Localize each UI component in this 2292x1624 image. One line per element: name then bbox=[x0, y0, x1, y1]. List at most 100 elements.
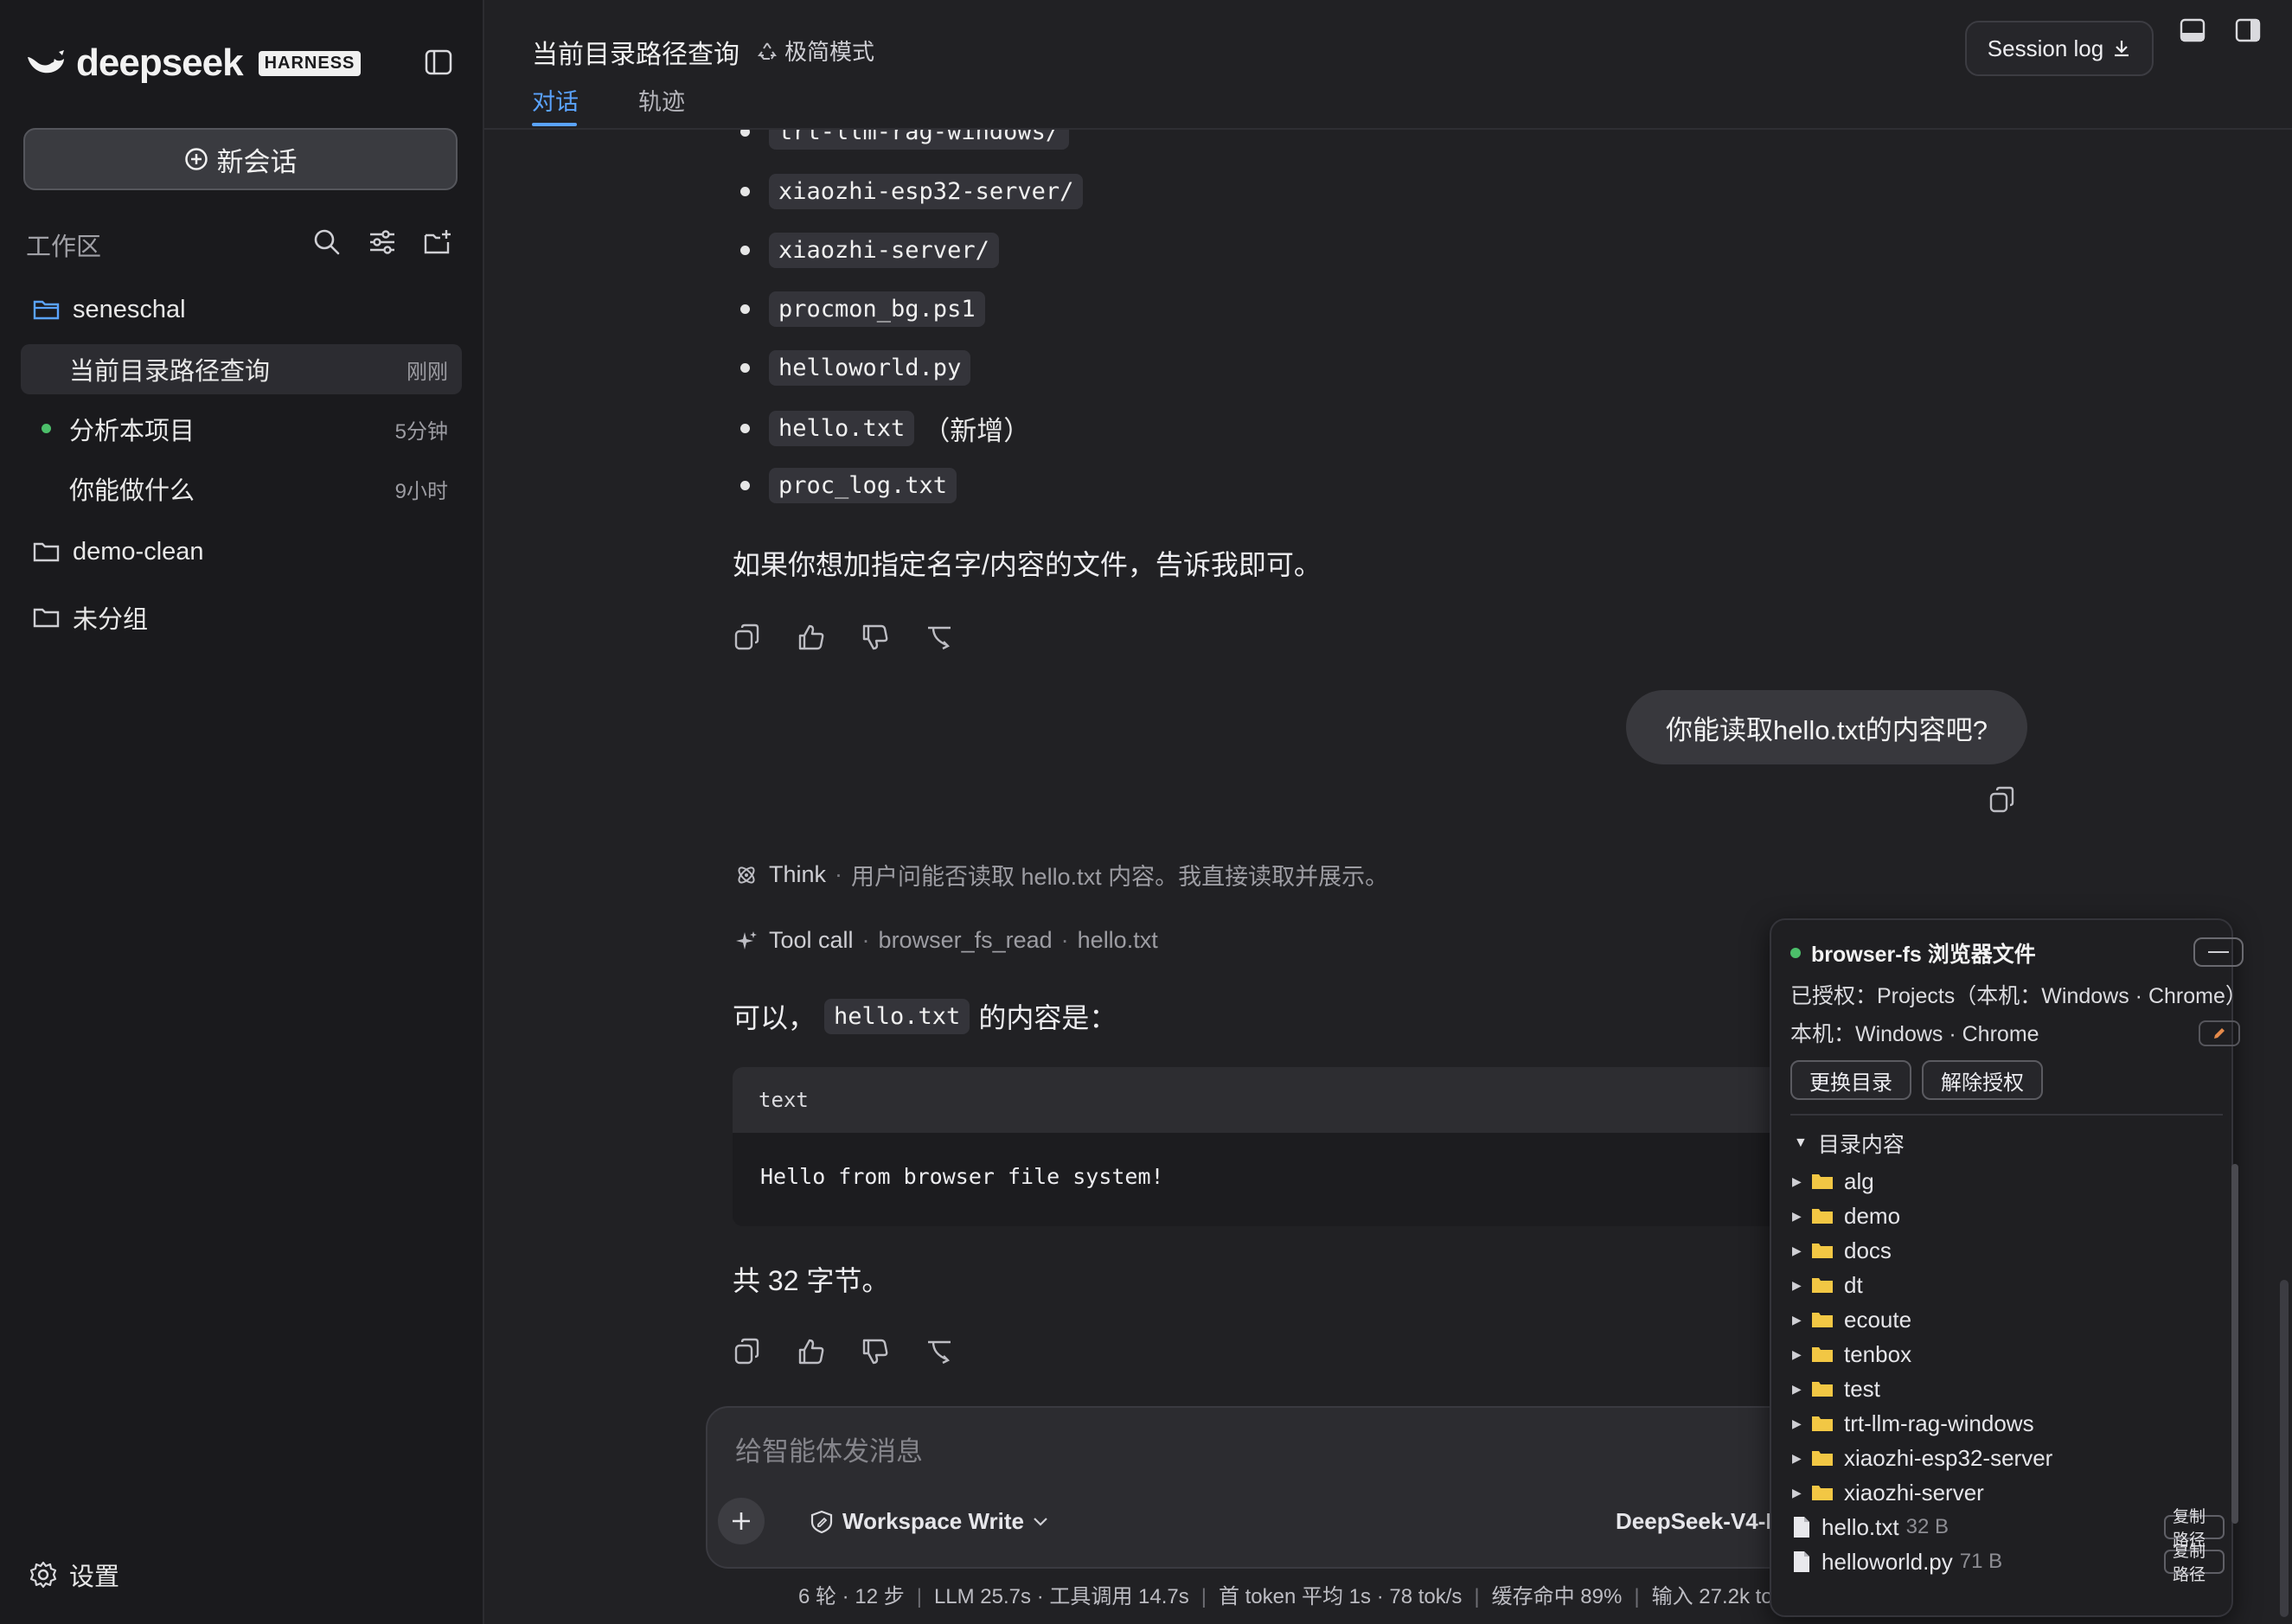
plus-circle-icon bbox=[184, 148, 208, 170]
copy-icon[interactable] bbox=[733, 623, 762, 652]
file-chip: procmon_bg.ps1 bbox=[769, 291, 985, 327]
message-actions bbox=[733, 1337, 989, 1366]
triangle-right-icon: ▶ bbox=[1792, 1381, 1802, 1396]
triangle-right-icon: ▶ bbox=[1792, 1173, 1802, 1188]
assistant-reply: 可以， hello.txt 的内容是： bbox=[733, 996, 1117, 1036]
think-label: Think bbox=[769, 861, 827, 887]
filter-sliders-icon[interactable] bbox=[367, 227, 398, 258]
assistant-summary: 共 32 字节。 bbox=[733, 1265, 890, 1296]
fs-folder-item[interactable]: ▶ test bbox=[1792, 1371, 2225, 1406]
thumbs-down-icon[interactable] bbox=[861, 623, 890, 652]
fs-folder-item[interactable]: ▶ alg bbox=[1792, 1164, 2225, 1199]
folder-name: demo bbox=[1844, 1202, 1901, 1229]
fs-folder-item[interactable]: ▶ xiaozhi-esp32-server bbox=[1792, 1441, 2225, 1475]
fs-panel-title: browser-fs 浏览器文件 bbox=[1790, 937, 2036, 969]
bottom-panel-toggle-icon[interactable] bbox=[2180, 17, 2206, 43]
minimal-mode-toggle[interactable]: 极简模式 bbox=[757, 35, 874, 67]
tool-name: browser_fs_read bbox=[878, 927, 1053, 953]
list-item: xiaozhi-server/ bbox=[740, 233, 999, 268]
directory-header-label: 目录内容 bbox=[1817, 1133, 1905, 1157]
active-tab-indicator bbox=[532, 123, 577, 126]
session-item-analyze[interactable]: 分析本项目 5分钟 bbox=[21, 404, 462, 454]
think-row[interactable]: Think · 用户问能否读取 hello.txt 内容。我直接读取并展示。 bbox=[734, 858, 1388, 892]
directory-contents-toggle[interactable]: ▼ 目录内容 bbox=[1794, 1128, 1905, 1159]
mode-label: 极简模式 bbox=[784, 39, 875, 65]
sidebar: deepseek HARNESS 新会话 工作区 seneschal 当前目录路… bbox=[0, 0, 484, 1624]
fs-file-item[interactable]: helloworld.py 71 B 复制路径 bbox=[1792, 1543, 2225, 1584]
revoke-authorization-button[interactable]: 解除授权 bbox=[1922, 1060, 2043, 1100]
folder-ungrouped[interactable]: 未分组 bbox=[0, 592, 483, 643]
list-item: trt-llm-rag-windows/ bbox=[740, 130, 1070, 150]
stat-cache: 缓存命中 89% bbox=[1491, 1585, 1623, 1608]
copy-path-button[interactable]: 复制路径 bbox=[2164, 1543, 2225, 1584]
attach-button[interactable] bbox=[718, 1498, 765, 1544]
copy-icon[interactable] bbox=[733, 1337, 762, 1366]
thumbs-down-icon[interactable] bbox=[861, 1337, 890, 1366]
folder-seneschal[interactable]: seneschal bbox=[0, 285, 483, 335]
tool-call-row[interactable]: Tool call · browser_fs_read · hello.txt bbox=[734, 927, 1158, 954]
settings-label: 设置 bbox=[69, 1563, 120, 1591]
settings-button[interactable]: 设置 bbox=[29, 1557, 119, 1593]
folder-icon bbox=[1811, 1172, 1834, 1191]
triangle-right-icon: ▶ bbox=[1792, 1346, 1802, 1361]
code-block: text Hello from browser file system! bbox=[733, 1067, 1857, 1226]
plus-icon bbox=[733, 1512, 750, 1530]
list-item: helloworld.py bbox=[740, 350, 971, 386]
branch-icon[interactable] bbox=[925, 1337, 954, 1366]
permission-selector[interactable]: Workspace Write bbox=[810, 1508, 1048, 1535]
stat-turns: 6 轮 · 12 步 bbox=[798, 1585, 905, 1608]
workspace-label: 工作区 bbox=[26, 233, 102, 261]
user-message-bubble: 你能读取hello.txt的内容吧? bbox=[1626, 690, 2027, 764]
folder-icon bbox=[1811, 1206, 1834, 1225]
new-folder-icon[interactable] bbox=[422, 227, 453, 258]
session-time: 9小时 bbox=[394, 479, 448, 503]
sidebar-toggle-icon[interactable] bbox=[422, 47, 455, 78]
folder-name: tenbox bbox=[1844, 1340, 1912, 1367]
message-input[interactable] bbox=[733, 1425, 1775, 1479]
fs-folder-item[interactable]: ▶ xiaozhi-server bbox=[1792, 1475, 2225, 1510]
code-language: text bbox=[733, 1067, 1857, 1133]
right-panel-toggle-icon[interactable] bbox=[2235, 17, 2261, 43]
fs-folder-item[interactable]: ▶ docs bbox=[1792, 1233, 2225, 1268]
tab-trajectory[interactable]: 轨迹 bbox=[638, 83, 685, 117]
folder-demo-clean[interactable]: demo-clean bbox=[0, 527, 483, 577]
folder-icon bbox=[33, 542, 60, 562]
session-log-button[interactable]: Session log bbox=[1965, 21, 2154, 76]
file-chip: hello.txt bbox=[824, 998, 970, 1034]
minimize-button[interactable] bbox=[2193, 937, 2244, 967]
edit-icon[interactable] bbox=[2199, 1020, 2240, 1046]
fs-file-item[interactable]: hello.txt 32 B 复制路径 bbox=[1792, 1508, 2225, 1550]
thumbs-up-icon[interactable] bbox=[797, 1337, 826, 1366]
folder-name: ecoute bbox=[1844, 1306, 1912, 1333]
new-chat-button[interactable]: 新会话 bbox=[23, 128, 458, 190]
folder-icon bbox=[1811, 1414, 1834, 1433]
copy-path-button[interactable]: 复制路径 bbox=[2164, 1508, 2225, 1550]
copy-icon[interactable] bbox=[1988, 785, 2017, 815]
fs-scrollbar[interactable] bbox=[2231, 1164, 2238, 1524]
session-item-capabilities[interactable]: 你能做什么 9小时 bbox=[21, 464, 462, 514]
code-content: Hello from browser file system! bbox=[760, 1164, 1164, 1189]
fs-title-text: browser-fs 浏览器文件 bbox=[1811, 943, 2036, 967]
branch-icon[interactable] bbox=[925, 623, 954, 652]
session-title: 你能做什么 bbox=[69, 477, 195, 505]
session-item-current[interactable]: 当前目录路径查询 刚刚 bbox=[21, 344, 462, 394]
search-icon[interactable] bbox=[311, 227, 343, 258]
tool-arg: hello.txt bbox=[1077, 927, 1158, 953]
file-chip: hello.txt bbox=[769, 411, 915, 446]
shield-edit-icon bbox=[810, 1510, 833, 1533]
fs-folder-item[interactable]: ▶ trt-llm-rag-windows bbox=[1792, 1406, 2225, 1441]
folder-name: docs bbox=[1844, 1237, 1892, 1263]
fs-folder-item[interactable]: ▶ tenbox bbox=[1792, 1337, 2225, 1371]
file-size: 71 B bbox=[1959, 1550, 2003, 1573]
tab-conversation[interactable]: 对话 bbox=[532, 83, 579, 117]
folder-icon bbox=[1811, 1379, 1834, 1398]
folder-icon bbox=[1811, 1483, 1834, 1502]
folder-icon bbox=[1811, 1448, 1834, 1467]
page-scrollbar[interactable] bbox=[2280, 1280, 2289, 1617]
fs-folder-item[interactable]: ▶ demo bbox=[1792, 1199, 2225, 1233]
fs-folder-item[interactable]: ▶ dt bbox=[1792, 1268, 2225, 1302]
fs-folder-item[interactable]: ▶ ecoute bbox=[1792, 1302, 2225, 1337]
model-selector[interactable]: DeepSeek-V4-F bbox=[1616, 1508, 1779, 1535]
thumbs-up-icon[interactable] bbox=[797, 623, 826, 652]
change-directory-button[interactable]: 更换目录 bbox=[1790, 1060, 1911, 1100]
